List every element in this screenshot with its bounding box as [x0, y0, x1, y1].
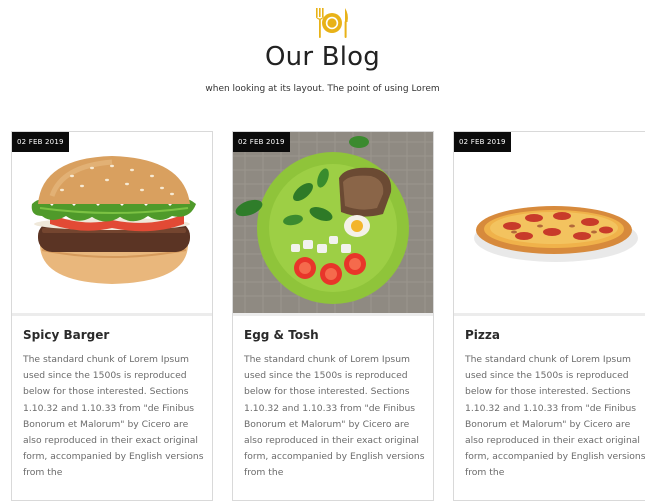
blog-card[interactable]: 02 FEB 2019	[453, 131, 645, 501]
blog-card[interactable]: 02 FEB 2019	[232, 131, 434, 501]
card-divider	[12, 313, 212, 316]
card-title[interactable]: Egg & Tosh	[244, 328, 319, 342]
blog-card[interactable]: 02 FEB 2019	[11, 131, 213, 501]
page-title: Our Blog	[265, 42, 380, 72]
card-excerpt: The standard chunk of Lorem Ipsum used s…	[244, 354, 425, 479]
pizza-image[interactable]	[454, 132, 645, 313]
card-excerpt: The standard chunk of Lorem Ipsum used s…	[465, 354, 645, 479]
date-badge: 02 FEB 2019	[454, 132, 511, 152]
card-title[interactable]: Pizza	[465, 328, 500, 342]
date-badge: 02 FEB 2019	[233, 132, 290, 152]
card-divider	[454, 313, 645, 316]
card-divider	[233, 313, 433, 316]
date-badge: 02 FEB 2019	[12, 132, 69, 152]
card-title[interactable]: Spicy Barger	[23, 328, 109, 342]
card-excerpt: The standard chunk of Lorem Ipsum used s…	[23, 354, 204, 479]
page-subtitle: when looking at its layout. The point of…	[205, 84, 440, 94]
plate-fork-knife-icon	[316, 8, 348, 38]
egg-toast-salad-image[interactable]	[233, 132, 433, 313]
burger-image[interactable]	[12, 132, 212, 313]
